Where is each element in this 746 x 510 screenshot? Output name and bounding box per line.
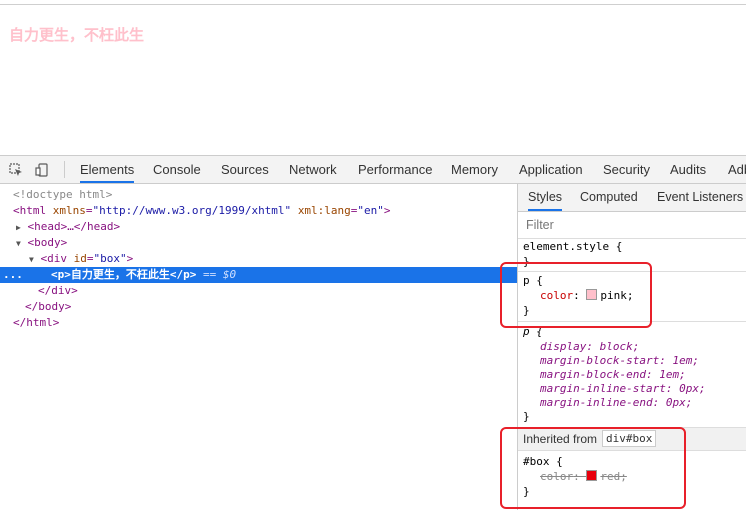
head-node: <head>…</head> — [27, 220, 121, 233]
body-close-node: </body> — [25, 300, 72, 313]
tab-adb[interactable]: Adb — [728, 156, 746, 183]
highlight-box-inherited-rule — [500, 427, 686, 509]
tab-computed[interactable]: Computed — [580, 184, 638, 211]
attr-value: "box" — [93, 252, 127, 265]
filter-bar — [518, 212, 746, 239]
html-close-node: </html> — [13, 316, 60, 329]
rule-selector[interactable]: element.style { — [523, 240, 622, 254]
body-node: <body> — [27, 236, 68, 249]
tab-network[interactable]: Network — [289, 156, 337, 183]
rule-close-brace: } — [523, 410, 530, 423]
div-close-node: </div> — [38, 284, 78, 297]
tab-audits[interactable]: Audits — [670, 156, 706, 183]
filter-input[interactable] — [524, 215, 728, 235]
highlight-box-pink-rule — [500, 262, 652, 328]
ua-declaration: margin-block-start: 1em; — [540, 354, 699, 367]
tag-bracket: > — [383, 204, 391, 217]
tree-line[interactable]: ▼ <body> — [0, 235, 517, 251]
selected-tree-line[interactable]: ... <p>自力更生，不枉此生</p> == $0 — [0, 267, 517, 283]
tree-line[interactable]: </html> — [0, 315, 517, 331]
devtools-panel: Elements Console Sources Network Perform… — [0, 155, 746, 510]
attr-name: xml:lang — [297, 204, 351, 217]
html-tag: <html — [13, 204, 53, 217]
tab-security[interactable]: Security — [603, 156, 650, 183]
devtools-toolbar: Elements Console Sources Network Perform… — [0, 156, 746, 184]
tab-elements[interactable]: Elements — [80, 156, 135, 183]
attr-name: xmlns — [52, 204, 86, 217]
select-element-icon[interactable] — [9, 162, 23, 176]
page-top-border — [0, 0, 746, 5]
tab-console[interactable]: Console — [153, 156, 201, 183]
ua-declaration: display: block; — [540, 340, 640, 353]
tab-performance[interactable]: Performance — [358, 156, 432, 183]
toolbar-separator — [64, 161, 65, 178]
tree-line[interactable]: <html xmlns="http://www.w3.org/1999/xhtm… — [0, 203, 517, 219]
device-toggle-icon[interactable] — [35, 162, 49, 177]
more-actions-icon[interactable]: ... — [3, 267, 23, 283]
tag-bracket: > — [126, 252, 134, 265]
tab-sources[interactable]: Sources — [221, 156, 269, 183]
tree-line[interactable]: </body> — [0, 299, 517, 315]
doctype-node: <!doctype html> — [13, 188, 113, 201]
expand-triangle-icon[interactable]: ▶ — [16, 223, 21, 232]
ua-declaration: margin-inline-end: 0px; — [540, 396, 693, 409]
attr-name: id — [73, 252, 87, 265]
elements-tree: <!doctype html> <html xmlns="http://www.… — [0, 184, 517, 510]
tree-line[interactable]: <!doctype html> — [0, 187, 517, 203]
sidebar-tabs: Styles Computed Event Listeners — [518, 184, 746, 212]
div-tag: <div — [40, 252, 74, 265]
tab-application[interactable]: Application — [519, 156, 583, 183]
tab-event-listeners[interactable]: Event Listeners — [657, 184, 743, 211]
selected-p-node: <p>自力更生，不枉此生</p> — [51, 268, 197, 281]
page-paragraph: 自力更生，不枉此生 — [9, 26, 145, 44]
tab-memory[interactable]: Memory — [451, 156, 498, 183]
attr-value: "en" — [357, 204, 384, 217]
collapse-triangle-icon[interactable]: ▼ — [29, 255, 34, 264]
selected-marker: == $0 — [196, 268, 237, 281]
tree-line[interactable]: ▶ <head>…</head> — [0, 219, 517, 235]
collapse-triangle-icon[interactable]: ▼ — [16, 239, 21, 248]
tab-styles[interactable]: Styles — [528, 184, 563, 211]
tree-line[interactable]: </div> — [0, 283, 517, 299]
ua-declaration: margin-block-end: 1em; — [540, 368, 686, 381]
ua-declaration: margin-inline-start: 0px; — [540, 382, 706, 395]
tree-line[interactable]: ▼ <div id="box"> — [0, 251, 517, 267]
attr-value: "http://www.w3.org/1999/xhtml" — [92, 204, 292, 217]
